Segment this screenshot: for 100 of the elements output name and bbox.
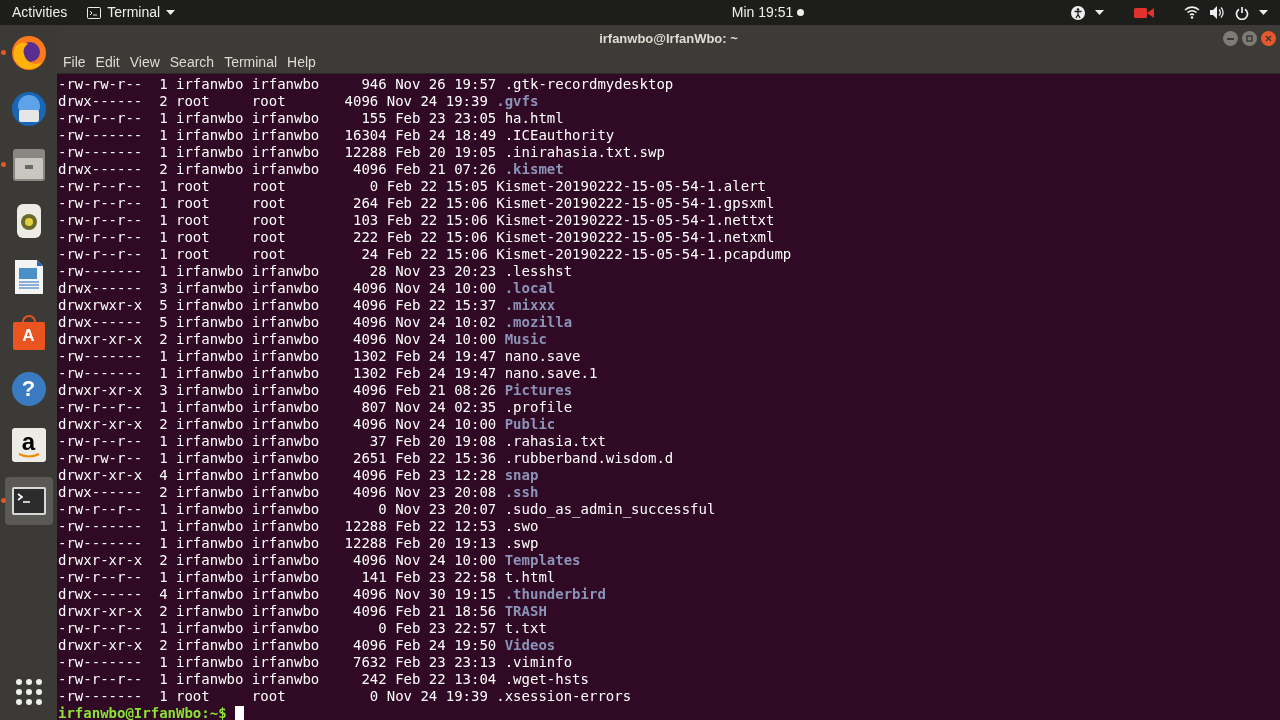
file-name: .lesshst	[504, 263, 573, 280]
minimize-button[interactable]	[1223, 31, 1238, 46]
file-listing: drwx------ 3 irfanwbo irfanwbo 4096 Nov 24 10:00	[58, 280, 497, 297]
file-listing: -rw------- 1 irfanwbo irfanwbo 1302 Feb 24 19:47	[58, 365, 497, 382]
directory-name: Pictures	[504, 382, 573, 399]
file-listing: drwx------ 2 irfanwbo irfanwbo 4096 Feb 21 07:26	[58, 161, 497, 178]
file-name: .xsession-errors	[496, 688, 632, 705]
menu-item[interactable]: File	[59, 52, 90, 73]
dock-launcher[interactable]: a	[4, 421, 53, 469]
file-listing: -rw-r--r-- 1 irfanwbo irfanwbo 155 Feb 23 23:05	[58, 110, 497, 127]
file-name: nano.save	[504, 348, 581, 365]
file-name: .gtk-recordmydesktop	[504, 76, 674, 93]
file-listing: -rw-r--r-- 1 irfanwbo irfanwbo 37 Feb 20 19:08	[58, 433, 497, 450]
file-listing: drwxr-xr-x 2 irfanwbo irfanwbo 4096 Feb 24 19:50	[58, 637, 497, 654]
file-listing: drwxrwxr-x 5 irfanwbo irfanwbo 4096 Feb 22 15:37	[58, 297, 497, 314]
file-name: .wget-hsts	[504, 671, 589, 688]
app-grid-icon	[15, 679, 42, 705]
file-listing: -rw-r--r-- 1 root root 0 Feb 22 15:05	[58, 178, 488, 195]
directory-name: .mixxx	[504, 297, 556, 314]
file-listing: drwxr-xr-x 4 irfanwbo irfanwbo 4096 Feb 23 12:28	[58, 467, 497, 484]
file-listing: -rw-r--r-- 1 irfanwbo irfanwbo 0 Feb 23 22:57	[58, 620, 497, 637]
file-listing: -rw------- 1 irfanwbo irfanwbo 16304 Feb 24 18:49	[58, 127, 497, 144]
amazon-icon	[9, 426, 48, 464]
close-icon	[1265, 35, 1272, 42]
directory-name: .kismet	[504, 161, 564, 178]
caret-icon	[1095, 10, 1104, 15]
file-listing: -rw------- 1 irfanwbo irfanwbo 12288 Feb 20 19:13	[58, 535, 497, 552]
close-button[interactable]	[1261, 31, 1276, 46]
directory-name: .thunderbird	[504, 586, 606, 603]
file-name: .sudo_as_admin_successful	[504, 501, 716, 518]
file-listing: drwx------ 2 root root 4096 Nov 24 19:39	[58, 93, 488, 110]
file-listing: -rw-r--r-- 1 root root 24 Feb 22 15:06	[58, 246, 488, 263]
wifi-icon	[1184, 6, 1200, 19]
help-icon	[9, 370, 48, 408]
activities-button[interactable]: Activities	[12, 2, 68, 23]
file-listing: drwxr-xr-x 2 irfanwbo irfanwbo 4096 Nov 24 10:00	[58, 331, 497, 348]
caret-icon	[1259, 10, 1268, 15]
file-listing: -rw-r--r-- 1 irfanwbo irfanwbo 141 Feb 23 22:58	[58, 569, 497, 586]
directory-name: .ssh	[504, 484, 539, 501]
window-title: irfanwbo@IrfanWbo: ~	[599, 29, 738, 48]
menu-item[interactable]: Help	[283, 52, 320, 73]
file-name: Kismet-20190222-15-05-54-1.pcapdump	[496, 246, 792, 263]
file-listing: -rw-r--r-- 1 irfanwbo irfanwbo 0 Nov 23 20:07	[58, 501, 497, 518]
file-listing: -rw-r--r-- 1 root root 264 Feb 22 15:06	[58, 195, 488, 212]
dock-launcher[interactable]	[4, 477, 53, 525]
app-menu-button[interactable]: Terminal	[87, 2, 176, 23]
menu-item[interactable]: Terminal	[220, 52, 282, 73]
file-name: Kismet-20190222-15-05-54-1.gpsxml	[496, 195, 775, 212]
terminal-icon	[87, 6, 102, 19]
menu-item[interactable]: Edit	[91, 52, 124, 73]
directory-name: .gvfs	[496, 93, 539, 110]
directory-name: snap	[504, 467, 539, 484]
directory-name: .mozilla	[504, 314, 573, 331]
file-listing: -rw-r--r-- 1 root root 222 Feb 22 15:06	[58, 229, 488, 246]
file-listing: -rw-rw-r-- 1 irfanwbo irfanwbo 2651 Feb 22 15:36	[58, 450, 497, 467]
file-listing: drwxr-xr-x 3 irfanwbo irfanwbo 4096 Feb 21 08:26	[58, 382, 497, 399]
file-name: .profile	[504, 399, 573, 416]
file-listing: drwxr-xr-x 2 irfanwbo irfanwbo 4096 Nov 24 10:00	[58, 552, 497, 569]
text-cursor	[234, 705, 244, 720]
firefox-logo-icon	[9, 34, 48, 72]
file-listing: -rw-r--r-- 1 root root 103 Feb 22 15:06	[58, 212, 488, 229]
file-listing: drwx------ 2 irfanwbo irfanwbo 4096 Nov 23 20:08	[58, 484, 497, 501]
maximize-button[interactable]	[1242, 31, 1257, 46]
file-name: t.html	[504, 569, 556, 586]
bird-mail-icon	[9, 90, 48, 128]
file-name: Kismet-20190222-15-05-54-1.nettxt	[496, 212, 775, 229]
menu-item[interactable]: View	[125, 52, 164, 73]
file-listing: drwxr-xr-x 2 irfanwbo irfanwbo 4096 Nov 24 10:00	[58, 416, 497, 433]
directory-name: Videos	[504, 637, 556, 654]
file-listing: -rw------- 1 irfanwbo irfanwbo 1302 Feb 24 19:47	[58, 348, 497, 365]
file-listing: drwxr-xr-x 2 irfanwbo irfanwbo 4096 Feb 21 18:56	[58, 603, 497, 620]
file-listing: -rw------- 1 root root 0 Nov 24 19:39	[58, 688, 488, 705]
file-listing: -rw------- 1 irfanwbo irfanwbo 28 Nov 23 20:23	[58, 263, 497, 280]
directory-name: Templates	[504, 552, 581, 569]
caret-icon	[166, 10, 176, 15]
file-name: t.txt	[504, 620, 547, 637]
file-name: .swo	[504, 518, 539, 535]
clock[interactable]: Min 19:51	[731, 2, 794, 23]
file-listing: -rw------- 1 irfanwbo irfanwbo 12288 Feb 20 19:05	[58, 144, 497, 161]
file-name: .ICEauthority	[504, 127, 615, 144]
file-name: .viminfo	[504, 654, 573, 671]
dock-launcher[interactable]: A	[4, 309, 53, 357]
file-listing: drwx------ 4 irfanwbo irfanwbo 4096 Nov 30 19:15	[58, 586, 497, 603]
file-name: .swp	[504, 535, 539, 552]
file-name: Kismet-20190222-15-05-54-1.alert	[496, 178, 766, 195]
notification-dot-icon	[797, 9, 805, 16]
shell-prompt: irfanwbo@IrfanWbo:~$	[58, 705, 227, 720]
minimize-icon	[1227, 37, 1234, 40]
file-name: nano.save.1	[504, 365, 598, 382]
menu-item[interactable]: Search	[165, 52, 219, 73]
file-name: .rahasia.txt	[504, 433, 606, 450]
dock-launcher[interactable]: ?	[4, 365, 53, 413]
directory-name: Public	[504, 416, 556, 433]
file-listing: -rw-rw-r-- 1 irfanwbo irfanwbo 946 Nov 26 19:57	[58, 76, 497, 93]
video-camera-icon	[1134, 6, 1154, 19]
file-name: Kismet-20190222-15-05-54-1.netxml	[496, 229, 775, 246]
file-name: .rubberband.wisdom.d	[504, 450, 674, 467]
maximize-icon	[1246, 35, 1253, 42]
file-listing: drwx------ 5 irfanwbo irfanwbo 4096 Nov 24 10:02	[58, 314, 497, 331]
directory-name: Music	[504, 331, 547, 348]
